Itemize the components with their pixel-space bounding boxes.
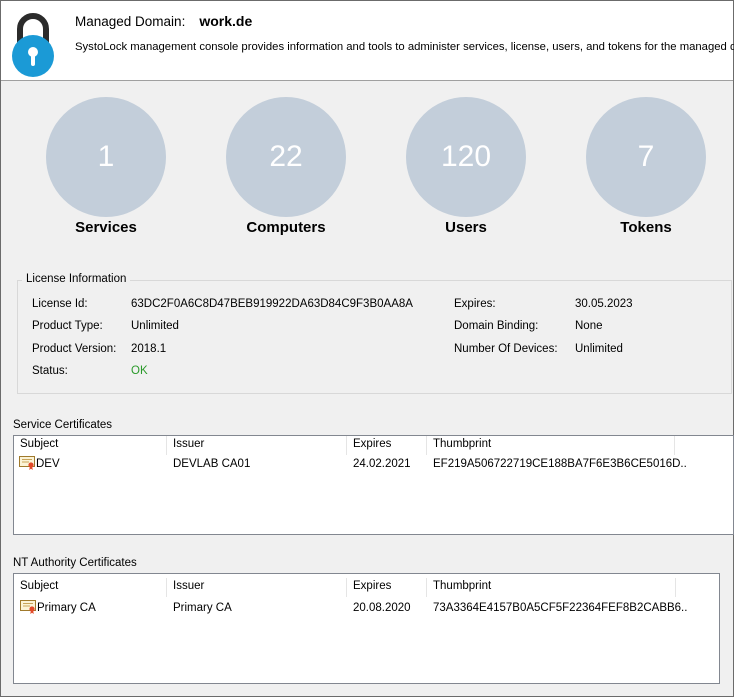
domain-binding-label: Domain Binding:	[454, 320, 539, 332]
list-header: Subject Issuer Expires Thumbprint	[14, 436, 675, 455]
nt-certificates-list[interactable]: Subject Issuer Expires Thumbprint Primar…	[13, 573, 720, 684]
stat-value: 22	[269, 140, 303, 173]
cell-issuer: DEVLAB CA01	[173, 458, 251, 470]
list-header: Subject Issuer Expires Thumbprint	[14, 578, 676, 597]
devices-value: Unlimited	[575, 343, 623, 355]
stat-computers[interactable]: 22 Computers	[224, 97, 348, 236]
status-label: Status:	[32, 365, 68, 377]
license-id-value: 63DC2F0A6C8D47BEB919922DA63D84C9F3B0AA8A	[131, 298, 413, 310]
column-issuer[interactable]: Issuer	[167, 578, 347, 597]
domain-value: work.de	[199, 13, 253, 29]
devices-label: Number Of Devices:	[454, 343, 558, 355]
stat-circle: 7	[586, 97, 706, 217]
stat-circle: 120	[406, 97, 526, 217]
column-issuer[interactable]: Issuer	[167, 436, 347, 455]
managed-domain: Managed Domain: work.de	[75, 13, 252, 29]
cell-subject: Primary CA	[14, 599, 167, 617]
certificate-icon	[19, 456, 35, 470]
stat-users[interactable]: 120 Users	[404, 97, 528, 236]
service-certificates-title: Service Certificates	[13, 419, 113, 431]
stat-circle: 22	[226, 97, 346, 217]
column-thumbprint[interactable]: Thumbprint	[427, 436, 675, 455]
column-thumbprint[interactable]: Thumbprint	[427, 578, 676, 597]
cell-subject: DEV	[14, 455, 167, 473]
stat-label: Computers	[246, 219, 326, 236]
column-expires[interactable]: Expires	[347, 436, 427, 455]
license-id-label: License Id:	[32, 298, 88, 310]
certificate-icon	[20, 600, 36, 614]
product-version-value: 2018.1	[131, 343, 167, 355]
domain-label: Managed Domain:	[75, 14, 186, 29]
license-title: License Information	[22, 273, 131, 285]
product-type-value: Unlimited	[131, 320, 179, 332]
header-panel: Managed Domain: work.de SystoLock managem…	[1, 1, 734, 81]
column-subject[interactable]: Subject	[14, 436, 167, 455]
header-description: SystoLock management console provides in…	[75, 41, 734, 53]
cell-issuer: Primary CA	[173, 602, 232, 614]
stat-label: Tokens	[620, 219, 672, 236]
table-row[interactable]: DEV DEVLAB CA01 24.02.2021 EF219A5067227…	[14, 455, 687, 473]
stat-label: Users	[445, 219, 487, 236]
stat-tokens[interactable]: 7 Tokens	[584, 97, 708, 236]
cell-thumbprint: 73A3364E4157B0A5CF5F22364FEF8B2CABB6...	[433, 602, 687, 614]
nt-certificates-title: NT Authority Certificates	[13, 557, 137, 569]
stat-value: 7	[637, 140, 655, 173]
expires-label: Expires:	[454, 298, 496, 310]
table-row[interactable]: Primary CA Primary CA 20.08.2020 73A3364…	[14, 599, 687, 617]
expires-value: 30.05.2023	[575, 298, 633, 310]
cell-subject-text: DEV	[36, 458, 60, 470]
cell-expires: 24.02.2021	[353, 458, 411, 470]
cell-thumbprint: EF219A506722719CE188BA7F6E3B6CE5016D...	[433, 458, 687, 470]
padlock-icon	[12, 13, 54, 77]
service-certificates-list[interactable]: Subject Issuer Expires Thumbprint DEV DE…	[13, 435, 734, 535]
status-value: OK	[131, 365, 148, 377]
product-type-label: Product Type:	[32, 320, 103, 332]
stat-circle: 1	[46, 97, 166, 217]
cell-expires: 20.08.2020	[353, 602, 411, 614]
stat-services[interactable]: 1 Services	[44, 97, 168, 236]
domain-binding-value: None	[575, 320, 603, 332]
product-version-label: Product Version:	[32, 343, 117, 355]
cell-subject-text: Primary CA	[37, 602, 96, 614]
stat-label: Services	[75, 219, 137, 236]
column-subject[interactable]: Subject	[14, 578, 167, 597]
stat-value: 1	[97, 140, 115, 173]
stat-value: 120	[440, 140, 492, 173]
column-expires[interactable]: Expires	[347, 578, 427, 597]
